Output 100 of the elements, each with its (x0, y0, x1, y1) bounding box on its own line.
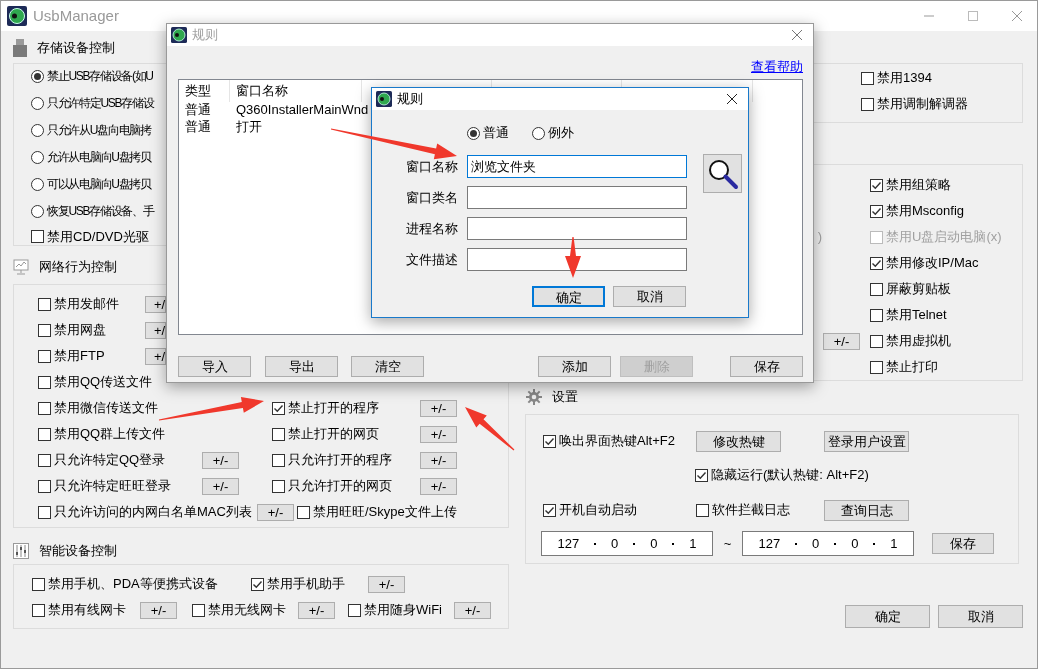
table-cell-text: 普通 (184, 119, 212, 136)
checkbox-label: 禁止打开的程序 (288, 400, 379, 416)
plus-minus-button[interactable]: +/ (145, 347, 166, 365)
search-button[interactable] (703, 154, 742, 193)
checkbox[interactable] (38, 427, 51, 441)
plus-minus-button[interactable]: +/ (145, 321, 166, 339)
checkbox[interactable] (251, 577, 264, 591)
plus-minus-button[interactable]: +/- (420, 451, 457, 469)
checkbox-label: 开机自动启动 (559, 502, 637, 518)
checkbox[interactable] (695, 468, 708, 482)
checkbox[interactable] (348, 603, 361, 617)
dialog-button[interactable]: 保存 (730, 356, 803, 377)
checkbox[interactable] (543, 503, 556, 517)
checkbox[interactable] (38, 297, 51, 311)
checkbox[interactable] (297, 505, 310, 519)
radio-button[interactable] (532, 126, 545, 140)
checkbox[interactable] (38, 401, 51, 415)
query-log-button[interactable]: 查询日志 (824, 499, 909, 521)
plus-minus-button[interactable]: +/- (454, 601, 491, 619)
checkbox[interactable] (870, 308, 883, 322)
close-icon[interactable] (726, 93, 738, 105)
ip-address-field[interactable]: 127 0 0 1 (742, 531, 914, 556)
plus-minus-button[interactable]: +/- (202, 477, 239, 495)
checkbox-label: 禁用1394 (877, 70, 932, 86)
input-field[interactable]: 浏览文件夹 (467, 155, 687, 178)
checkbox[interactable] (272, 479, 285, 493)
checkbox-label: 禁用QQ传送文件 (54, 374, 153, 390)
dialog-button[interactable]: 导入 (178, 356, 251, 377)
plus-minus-button[interactable]: +/- (420, 477, 457, 495)
checkbox[interactable] (32, 577, 45, 591)
plus-minus-button[interactable]: +/ (145, 295, 166, 313)
checkbox[interactable] (870, 256, 883, 270)
input-field[interactable] (467, 217, 687, 240)
checkbox[interactable] (272, 453, 285, 467)
dialog-title: 规则 (397, 91, 423, 107)
checkbox[interactable] (38, 453, 51, 467)
input-field[interactable] (467, 248, 687, 271)
plus-minus-button[interactable]: +/- (420, 399, 457, 417)
dialog-button[interactable]: 导出 (265, 356, 338, 377)
field-label: 窗口名称 (405, 158, 459, 175)
checkbox[interactable] (38, 479, 51, 493)
checkbox[interactable] (696, 503, 709, 517)
checkbox[interactable] (192, 603, 205, 617)
checkbox[interactable] (870, 360, 883, 374)
radio-button[interactable] (31, 178, 44, 191)
checkbox[interactable] (32, 603, 45, 617)
checkbox[interactable] (31, 230, 44, 243)
checkbox[interactable] (870, 204, 883, 218)
dialog-title: 规则 (192, 27, 218, 43)
annotation-arrow (565, 237, 581, 278)
checkbox[interactable] (38, 505, 51, 519)
ok-button[interactable]: 确定 (532, 286, 605, 307)
ok-button[interactable]: 确定 (845, 605, 930, 628)
checkbox-label: 隐藏运行(默认热键: Alt+F2) (711, 467, 869, 483)
dialog-button[interactable]: 清空 (351, 356, 424, 377)
radio-label: 只允许从U盘向电脑拷 (47, 123, 151, 138)
checkbox[interactable] (861, 97, 874, 111)
column-header[interactable]: 类型 (185, 83, 211, 99)
radio-label: 普通 (483, 125, 509, 141)
cancel-button[interactable]: 取消 (613, 286, 686, 307)
checkbox[interactable] (272, 401, 285, 415)
radio-button[interactable] (31, 151, 44, 164)
login-user-settings-button[interactable]: 登录用户设置 (824, 430, 909, 452)
checkbox[interactable] (870, 334, 883, 348)
column-header[interactable]: 窗口名称 (236, 83, 288, 99)
checkbox[interactable] (870, 178, 883, 192)
dialog-button[interactable]: 添加 (538, 356, 611, 377)
checkbox[interactable] (272, 427, 285, 441)
radio-button[interactable] (31, 97, 44, 110)
checkbox[interactable] (870, 282, 883, 296)
field-label: 进程名称 (405, 220, 459, 237)
input-field[interactable] (467, 186, 687, 209)
checkbox[interactable] (861, 71, 874, 85)
radio-button[interactable] (31, 70, 44, 83)
save-button[interactable]: 保存 (932, 533, 994, 554)
plus-minus-button[interactable]: +/- (257, 503, 294, 521)
plus-minus-button[interactable]: +/- (140, 601, 177, 619)
monitor-icon (13, 259, 29, 275)
option-label: ) (816, 229, 822, 245)
checkbox-label: 禁用微信传送文件 (54, 400, 158, 416)
radio-button[interactable] (31, 124, 44, 137)
plus-minus-button[interactable]: +/- (368, 575, 405, 593)
help-link[interactable]: 查看帮助 (751, 59, 803, 75)
radio-button[interactable] (467, 126, 480, 140)
plus-minus-button[interactable]: +/- (298, 601, 335, 619)
checkbox[interactable] (38, 323, 51, 337)
radio-button[interactable] (31, 205, 44, 218)
checkbox[interactable] (543, 434, 556, 448)
ip-address-field[interactable]: 127 0 0 1 (541, 531, 713, 556)
change-hotkey-button[interactable]: 修改热键 (696, 430, 781, 452)
plus-minus-button[interactable]: +/- (823, 332, 860, 350)
checkbox-label: 只允许打开的网页 (288, 478, 392, 494)
plus-minus-button[interactable]: +/- (420, 425, 457, 443)
checkbox[interactable] (38, 349, 51, 363)
checkbox[interactable] (38, 375, 51, 389)
section-title: 存储设备控制 (37, 40, 115, 56)
checkbox-label: 只允许特定旺旺登录 (54, 478, 171, 494)
cancel-button[interactable]: 取消 (938, 605, 1023, 628)
radio-label: 例外 (548, 125, 574, 141)
plus-minus-button[interactable]: +/- (202, 451, 239, 469)
